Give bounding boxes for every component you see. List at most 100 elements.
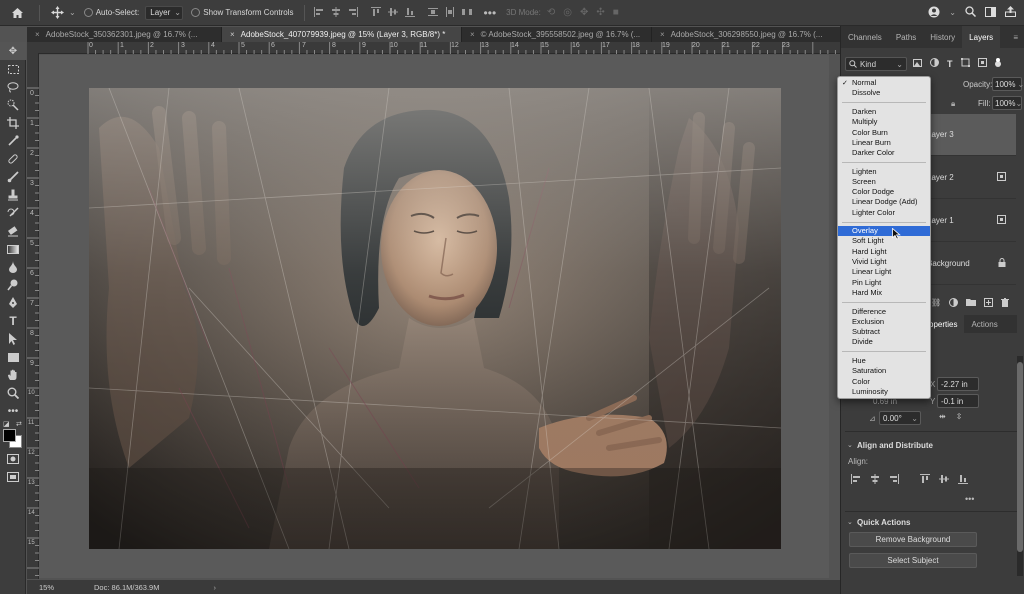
- fill-field[interactable]: 100% ⌄: [992, 96, 1022, 110]
- vertical-ruler[interactable]: 0 1 2 3 4 5 6 7 8 9 10 11 12 13 14 15: [27, 54, 39, 579]
- align-bottom-edges-icon[interactable]: [404, 7, 415, 19]
- tab-document-4[interactable]: × AdobeStock_306298550.jpeg @ 16.7% (...: [652, 27, 840, 42]
- align-horizontal-centers-icon[interactable]: [331, 6, 341, 19]
- close-tab-icon[interactable]: ×: [660, 30, 665, 39]
- horizontal-ruler[interactable]: 0 1 2 3 4 5 6 7 8 9 10 11 12 13 14 15 16…: [38, 42, 840, 54]
- path-selection-tool-icon[interactable]: [0, 330, 26, 348]
- drag-3d-icon[interactable]: ✥: [580, 7, 588, 18]
- tab-document-2[interactable]: × AdobeStock_407079939.jpeg @ 15% (Layer…: [222, 27, 462, 42]
- hand-tool-icon[interactable]: [0, 366, 26, 384]
- align-right-edges-icon[interactable]: [348, 6, 358, 19]
- blend-color[interactable]: Color: [838, 377, 930, 387]
- blend-saturation[interactable]: Saturation: [838, 366, 930, 376]
- blend-linear-burn[interactable]: Linear Burn: [838, 138, 930, 148]
- blend-linear-light[interactable]: Linear Light: [838, 267, 930, 277]
- align-section-chevron-icon[interactable]: ⌄: [847, 441, 853, 449]
- eyedropper-tool-icon[interactable]: [0, 132, 26, 150]
- zoom-tool-icon[interactable]: [0, 384, 26, 402]
- zoom-level[interactable]: 15%: [39, 583, 54, 592]
- tab-document-1[interactable]: × AdobeStock_350362301.jpeg @ 16.7% (...: [27, 27, 222, 42]
- eraser-tool-icon[interactable]: [0, 222, 26, 240]
- auto-select-checkbox[interactable]: [83, 8, 93, 17]
- blend-subtract[interactable]: Subtract: [838, 327, 930, 337]
- search-icon[interactable]: [965, 6, 977, 19]
- blend-hard-mix[interactable]: Hard Mix: [838, 288, 930, 298]
- home-icon[interactable]: [0, 0, 34, 26]
- blend-darker-color[interactable]: Darker Color: [838, 148, 930, 158]
- blur-tool-icon[interactable]: [0, 258, 26, 276]
- panel-align-top-icon[interactable]: [920, 474, 930, 486]
- more-options-icon[interactable]: •••: [484, 6, 497, 20]
- scale-3d-icon[interactable]: ■: [613, 7, 619, 18]
- more-tools-icon[interactable]: •••: [0, 402, 26, 420]
- panel-align-right-icon[interactable]: [889, 474, 899, 486]
- filter-toggle-icon[interactable]: [994, 58, 1001, 69]
- distribute-spacing-icon[interactable]: [461, 7, 472, 19]
- new-layer-icon[interactable]: [984, 298, 994, 309]
- delete-layer-icon[interactable]: [1001, 298, 1010, 309]
- tab-history[interactable]: History: [923, 26, 962, 48]
- link-layers-icon[interactable]: ⛓︎: [931, 298, 941, 309]
- close-tab-icon[interactable]: ×: [470, 30, 475, 39]
- blend-color-dodge[interactable]: Color Dodge: [838, 187, 930, 197]
- document-image[interactable]: [89, 88, 781, 549]
- adjustment-filter-icon[interactable]: [930, 58, 939, 69]
- angle-field[interactable]: 0.00° ⌄: [879, 411, 921, 425]
- flip-horizontal-icon[interactable]: ⇹: [939, 412, 946, 421]
- blend-difference[interactable]: Difference: [838, 307, 930, 317]
- blend-dissolve[interactable]: Dissolve: [838, 88, 930, 98]
- blend-vivid-light[interactable]: Vivid Light: [838, 257, 930, 267]
- distribute-top-icon[interactable]: [427, 7, 438, 19]
- default-colors-icon[interactable]: ◪: [3, 420, 10, 428]
- lock-icon[interactable]: 🔒︎: [951, 99, 955, 109]
- share-icon[interactable]: [1005, 6, 1016, 19]
- screen-mode-icon[interactable]: [0, 468, 26, 486]
- panel-menu-icon[interactable]: ≡: [1013, 33, 1024, 42]
- panel-align-vcenter-icon[interactable]: [939, 474, 949, 486]
- blend-hard-light[interactable]: Hard Light: [838, 247, 930, 257]
- more-align-options-icon[interactable]: •••: [965, 494, 974, 504]
- align-top-edges-icon[interactable]: [370, 6, 381, 19]
- smart-object-filter-icon[interactable]: [977, 58, 987, 69]
- quick-selection-tool-icon[interactable]: [0, 96, 26, 114]
- type-filter-icon[interactable]: T: [947, 59, 953, 69]
- tab-channels[interactable]: Channels: [841, 26, 889, 48]
- panel-align-hcenter-icon[interactable]: [870, 474, 880, 486]
- history-brush-tool-icon[interactable]: [0, 204, 26, 222]
- blend-linear-dodge[interactable]: Linear Dodge (Add): [838, 197, 930, 207]
- orbit-3d-icon[interactable]: ⟲: [547, 7, 555, 18]
- auto-select-dropdown[interactable]: Layer ⌄: [145, 5, 184, 20]
- panel-align-bottom-icon[interactable]: [958, 474, 968, 486]
- layer-filter-dropdown[interactable]: Kind ⌄: [845, 57, 907, 71]
- pixel-filter-icon[interactable]: [913, 58, 922, 69]
- tab-actions[interactable]: Actions: [964, 315, 1004, 333]
- opacity-field[interactable]: 100% ⌄: [992, 77, 1024, 91]
- lasso-tool-icon[interactable]: [0, 78, 26, 96]
- select-subject-button[interactable]: Select Subject: [849, 553, 977, 568]
- workspace-icon[interactable]: [985, 6, 996, 19]
- pen-tool-icon[interactable]: [0, 294, 26, 312]
- flip-vertical-icon[interactable]: ⇳: [956, 412, 963, 421]
- blend-lighten[interactable]: Lighten: [838, 167, 930, 177]
- distribute-center-icon[interactable]: [445, 6, 455, 19]
- blend-luminosity[interactable]: Luminosity: [838, 387, 930, 397]
- panel-align-left-icon[interactable]: [851, 474, 861, 486]
- tab-layers[interactable]: Layers: [962, 26, 1001, 48]
- new-group-icon[interactable]: [966, 298, 977, 309]
- blend-hue[interactable]: Hue: [838, 356, 930, 366]
- gradient-tool-icon[interactable]: [0, 240, 26, 258]
- dodge-tool-icon[interactable]: [0, 276, 26, 294]
- close-tab-icon[interactable]: ×: [35, 30, 40, 39]
- chevron-down-icon[interactable]: ⌄: [69, 8, 76, 17]
- tab-paths[interactable]: Paths: [889, 26, 923, 48]
- slide-3d-icon[interactable]: ✣: [596, 7, 604, 18]
- blend-exclusion[interactable]: Exclusion: [838, 317, 930, 327]
- show-transform-checkbox[interactable]: [191, 8, 201, 17]
- blend-lighter-color[interactable]: Lighter Color: [838, 208, 930, 218]
- swap-colors-icon[interactable]: ⇄: [16, 420, 22, 428]
- foreground-color-swatch[interactable]: [3, 429, 16, 442]
- marquee-tool-icon[interactable]: [0, 60, 26, 78]
- adjustment-layer-icon[interactable]: [949, 298, 959, 309]
- align-left-edges-icon[interactable]: [313, 6, 324, 19]
- remove-background-button[interactable]: Remove Background: [849, 532, 977, 547]
